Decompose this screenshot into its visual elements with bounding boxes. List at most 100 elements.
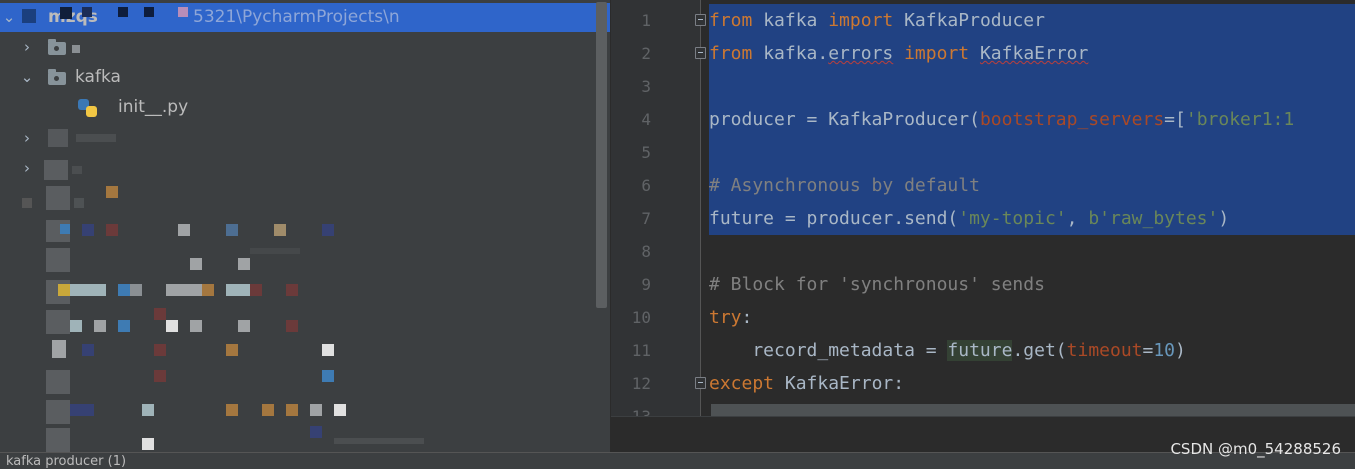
line-number: 1 [641, 11, 651, 30]
chevron-right-icon[interactable]: › [18, 154, 36, 183]
line-number: 9 [641, 275, 651, 294]
tree-row-obscured[interactable] [0, 276, 610, 305]
tree-root-path: 5321\PycharmProjects\n [193, 7, 400, 27]
obscured-block [44, 160, 68, 180]
code-line-11[interactable]: record_metadata = future.get(timeout=10) [709, 334, 1186, 367]
obscured-block [46, 400, 70, 424]
obscured-block [154, 344, 166, 356]
tree-row-init-file[interactable]: init__.py [0, 93, 610, 122]
chevron-right-icon[interactable]: › [18, 33, 36, 62]
status-bar: kafka producer (1) [0, 452, 1355, 469]
tree-row-folder[interactable]: › [0, 33, 610, 62]
code-line-7[interactable]: future = producer.send('my-topic', b'raw… [709, 202, 1229, 235]
project-tree-panel: ⌄ mzqs 5321\PycharmProjects\n › ⌄ kafka … [0, 0, 610, 452]
tree-row-obscured[interactable] [0, 214, 610, 243]
obscured-block [72, 166, 82, 174]
obscured-block [286, 320, 298, 332]
chevron-down-icon[interactable]: ⌄ [18, 63, 36, 92]
tree-row-obscured[interactable] [0, 424, 610, 452]
code-line-9[interactable]: # Block for 'synchronous' sends [709, 268, 1045, 301]
obscured-block [94, 320, 106, 332]
obscured-block [238, 320, 250, 332]
fold-collapse-icon[interactable] [695, 47, 706, 59]
tree-row-obscured[interactable] [0, 306, 610, 335]
obscured-block [334, 438, 424, 444]
obscured-block [238, 258, 250, 270]
code-line-2[interactable]: from kafka.errors import KafkaError [709, 37, 1088, 70]
chevron-right-icon[interactable]: › [18, 124, 36, 153]
obscured-block [154, 370, 166, 382]
obscured-block [322, 370, 334, 382]
line-number: 8 [641, 242, 651, 261]
obscured-block [142, 438, 154, 450]
code-line-4[interactable]: producer = KafkaProducer(bootstrap_serve… [709, 103, 1294, 136]
line-number: 11 [631, 341, 651, 360]
code-line-1[interactable]: from kafka import KafkaProducer [709, 4, 1045, 37]
obscured-block [46, 370, 70, 394]
obscured-block [106, 224, 118, 236]
line-number: 5 [641, 143, 651, 162]
line-number: 7 [641, 209, 651, 228]
line-number: 6 [641, 176, 651, 195]
obscured-block [322, 224, 334, 236]
obscured-block [178, 7, 188, 17]
fold-collapse-icon[interactable] [695, 377, 706, 389]
obscured-block [22, 9, 36, 23]
obscured-block [274, 224, 286, 236]
obscured-block [74, 198, 84, 208]
code-line-10[interactable]: try: [709, 301, 752, 334]
obscured-block [226, 404, 238, 416]
line-number: 10 [631, 308, 651, 327]
obscured-block [22, 198, 32, 208]
obscured-block [48, 129, 68, 147]
obscured-block [70, 404, 94, 416]
tree-row-kafka[interactable]: ⌄ kafka [0, 63, 610, 92]
line-number-gutter: 1 2 3 4 5 6 7 8 9 10 11 12 13 [611, 0, 706, 416]
obscured-block [190, 320, 202, 332]
obscured-block [202, 284, 214, 296]
editor-horizontal-scrollbar[interactable] [711, 404, 1355, 416]
obscured-block [322, 344, 334, 356]
code-line-6[interactable]: # Asynchronous by default [709, 169, 980, 202]
obscured-block [166, 284, 202, 296]
obscured-block [166, 320, 178, 332]
line-number: 4 [641, 110, 651, 129]
obscured-block [144, 7, 154, 17]
tree-file-label: init__.py [118, 97, 189, 117]
tree-row-obscured[interactable] [0, 396, 610, 425]
obscured-block [60, 224, 70, 234]
code-line-12[interactable]: except KafkaError: [709, 367, 904, 400]
watermark: CSDN @m0_54288526 [1170, 440, 1341, 458]
tree-vertical-scrollbar[interactable] [596, 2, 607, 308]
code-editor[interactable]: 1 2 3 4 5 6 7 8 9 10 11 12 13 from kafka… [611, 0, 1355, 416]
tree-row-obscured[interactable] [0, 184, 610, 213]
tree-row-obscured[interactable] [0, 244, 610, 273]
fold-collapse-icon[interactable] [695, 14, 706, 26]
obscured-block [72, 45, 80, 53]
obscured-block [82, 224, 94, 236]
folder-icon [48, 39, 66, 55]
text-file-icon [52, 340, 66, 358]
status-text: kafka producer (1) [6, 454, 127, 469]
obscured-block [58, 284, 70, 296]
line-number: 3 [641, 77, 651, 96]
line-number: 13 [611, 400, 651, 416]
obscured-block [118, 284, 130, 296]
tree-row-root[interactable]: ⌄ mzqs 5321\PycharmProjects\n [0, 3, 610, 32]
obscured-block [46, 186, 70, 210]
tree-row-obscured[interactable]: › [0, 154, 610, 183]
obscured-block [76, 134, 116, 142]
obscured-block [334, 404, 346, 416]
tree-row-obscured[interactable]: › [0, 124, 610, 153]
tree-row-obscured[interactable] [0, 366, 610, 395]
chevron-down-icon[interactable]: ⌄ [0, 3, 18, 32]
obscured-block [250, 248, 300, 254]
obscured-block [154, 308, 166, 320]
obscured-block [46, 310, 70, 334]
line-number: 2 [641, 44, 651, 63]
folder-icon [48, 69, 66, 85]
obscured-block [82, 344, 94, 356]
tree-row-obscured[interactable] [0, 336, 610, 365]
obscured-block [82, 7, 92, 17]
obscured-block [286, 404, 298, 416]
